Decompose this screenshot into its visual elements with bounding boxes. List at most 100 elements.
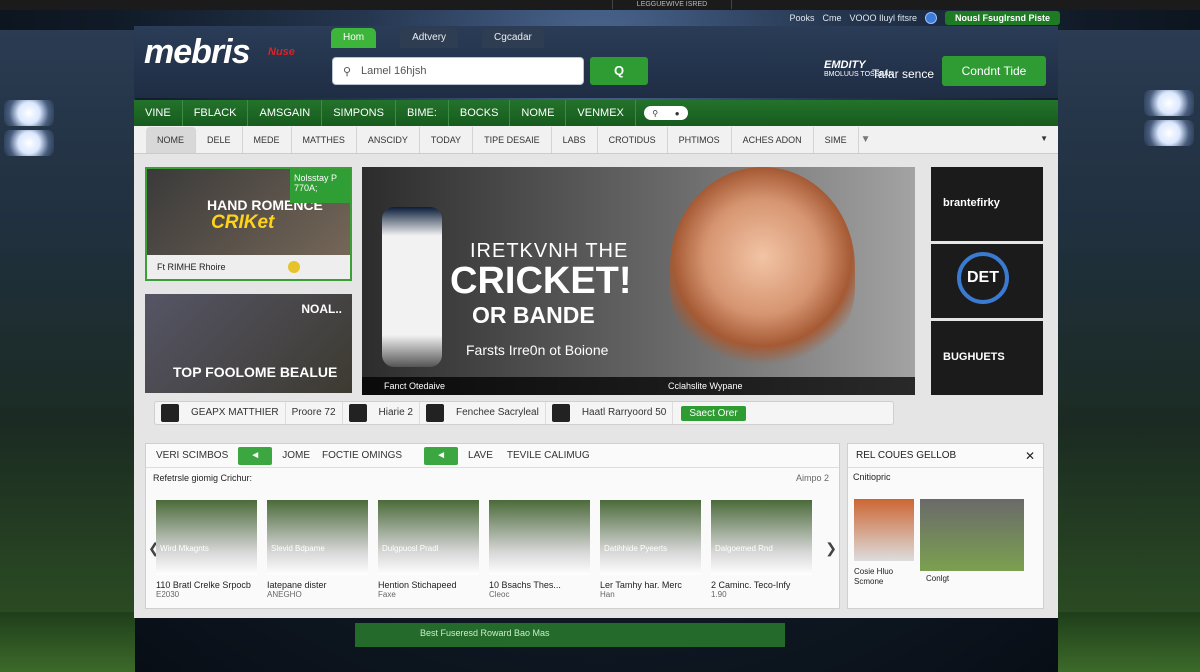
- hero-line3: OR BANDE: [472, 302, 595, 328]
- section-go-button[interactable]: ◄: [238, 446, 273, 465]
- home-icon: [551, 404, 570, 422]
- thumb-caption-block: Iatepane dister ANEGHO: [267, 580, 368, 599]
- thumb-caption-block: 110 Bratl Crelke Srpocb E2030: [156, 580, 257, 599]
- subnav-item[interactable]: NOME: [146, 126, 196, 153]
- thumb-caption-block: 10 Bsachs Thes... Cleoc: [489, 580, 590, 599]
- top-link-2[interactable]: Cme: [822, 13, 841, 23]
- subnav-item[interactable]: TODAY: [420, 126, 474, 153]
- nav-item[interactable]: SIMPONS: [322, 100, 396, 126]
- subnav-item[interactable]: ACHES ADON: [732, 126, 814, 153]
- section-tab[interactable]: LAVE: [468, 450, 493, 461]
- related-sub[interactable]: Cnitiopric: [848, 468, 1043, 486]
- stadium-icon: [426, 404, 444, 422]
- chevron-down-icon[interactable]: ▼: [1040, 134, 1048, 143]
- tab-home[interactable]: Hom: [331, 28, 377, 48]
- match-seg[interactable]: Hiarie 2: [373, 402, 420, 424]
- thumb-meta: Faxe: [378, 590, 396, 599]
- search-icon: ⚲: [343, 66, 352, 78]
- section-tab[interactable]: JOME: [282, 450, 310, 461]
- top-link-1[interactable]: Pooks: [789, 13, 814, 23]
- thumb-caption[interactable]: Iatepane dister: [267, 580, 368, 590]
- match-seg[interactable]: Haatl Rarryoord 50: [576, 402, 674, 424]
- side-tile-1[interactable]: brantefirky: [931, 167, 1043, 241]
- close-icon[interactable]: ✕: [1025, 449, 1035, 463]
- nav-item[interactable]: VINE: [134, 100, 183, 126]
- subnav-item[interactable]: ANSCIDY: [357, 126, 420, 153]
- thumb-item[interactable]: Datihhide Pyeerts: [600, 500, 701, 575]
- subnav-item[interactable]: DELE: [196, 126, 243, 153]
- globe-icon[interactable]: [924, 12, 937, 24]
- tab-advert[interactable]: Adtvery: [400, 28, 459, 48]
- thumb-image: [267, 500, 368, 575]
- match-seg[interactable]: Fenchee Sacryleal: [450, 402, 546, 424]
- os-bar: [0, 0, 1200, 10]
- subtitle-right[interactable]: Aimpo 2: [796, 468, 829, 488]
- thumb-caption[interactable]: 2 Caminc. Teco-Infy: [711, 580, 812, 590]
- subnav-item[interactable]: PHTIMOS: [668, 126, 732, 153]
- field: [0, 612, 135, 672]
- side-tile-2[interactable]: DET: [931, 244, 1043, 318]
- match-seg[interactable]: GEAPX MATTHIER: [185, 402, 286, 424]
- top-cta-button[interactable]: Nousl Fsuglrsnd Piste: [944, 11, 1060, 25]
- promo-card-1[interactable]: HAND ROMENCE CRIKet Nolsstay P 770A; Ft …: [145, 167, 352, 281]
- thumb-label: Dulgpuosl Pradl: [382, 544, 439, 553]
- related-thumb[interactable]: [854, 499, 914, 561]
- thumb-label: Datihhide Pyeerts: [604, 544, 668, 553]
- nav-item[interactable]: VENMEX: [566, 100, 636, 126]
- promo-card-2[interactable]: NOAL.. TOP FOOLOME BEALUE: [145, 294, 352, 393]
- thumb-caption[interactable]: 110 Bratl Crelke Srpocb: [156, 580, 257, 590]
- nav-item[interactable]: BIME:: [396, 100, 449, 126]
- thumb-item[interactable]: Dulgpuosl Pradl: [378, 500, 479, 575]
- logo[interactable]: mebris: [144, 33, 250, 72]
- match-cta-button[interactable]: Saect Orer: [681, 405, 746, 421]
- hero-foot-right: Cclahslite Wypane: [668, 381, 743, 391]
- related-title: REL COUES GELLOB: [848, 444, 1043, 468]
- stadium-left: [0, 30, 135, 672]
- search-button[interactable]: Q: [590, 57, 648, 85]
- header-cta-button[interactable]: Condnt Tide: [942, 56, 1046, 86]
- nav-toggle[interactable]: ⚲ ●: [643, 106, 688, 120]
- side-tile-3[interactable]: BUGHUETS: [931, 321, 1043, 395]
- nav-item[interactable]: FBLACK: [183, 100, 249, 126]
- search-box[interactable]: ⚲: [332, 57, 584, 85]
- content-area: HAND ROMENCE CRIKet Nolsstay P 770A; Ft …: [134, 154, 1058, 618]
- nav-item[interactable]: AMSGAIN: [248, 100, 323, 126]
- thumb-caption[interactable]: Ler Tamhy har. Merc: [600, 580, 701, 590]
- related-caption[interactable]: Cosie Hluo: [854, 567, 893, 576]
- nav-item[interactable]: NOME: [510, 100, 567, 126]
- subnav-item[interactable]: LABS: [552, 126, 598, 153]
- subnav-item[interactable]: MEDE: [243, 126, 292, 153]
- related-thumb[interactable]: [920, 499, 1024, 571]
- thumb-item[interactable]: Dalgoemed Rnd: [711, 500, 812, 575]
- match-seg[interactable]: Proore 72: [286, 402, 343, 424]
- nav-item[interactable]: BOCKS: [449, 100, 511, 126]
- thumb-caption[interactable]: 10 Bsachs Thes...: [489, 580, 590, 590]
- subnav-item[interactable]: TIPE DESAIE: [473, 126, 552, 153]
- search-input[interactable]: [361, 65, 561, 77]
- top-util-bar: Pooks Cme VOOO Iluyl fitsre Nousl Fsuglr…: [789, 11, 1060, 25]
- subnav-item[interactable]: CROTIDUS: [598, 126, 668, 153]
- thumb-item[interactable]: Slevid Bdpame: [267, 500, 368, 575]
- related-caption[interactable]: Conlgt: [926, 574, 949, 583]
- related-panel: REL COUES GELLOB ✕ Cnitiopric Cosie Hluo…: [847, 443, 1044, 609]
- section-go-button[interactable]: ◄: [424, 446, 459, 465]
- subnav-item[interactable]: SIME: [814, 126, 859, 153]
- thumb-caption[interactable]: Hention Stichapeed: [378, 580, 479, 590]
- tab-calendar[interactable]: Cgcadar: [482, 28, 544, 48]
- thumb-label: Wird Mkagnts: [160, 544, 209, 553]
- thumb-item[interactable]: [489, 500, 590, 575]
- section-tab[interactable]: TEVILE CALIMUG: [507, 450, 590, 461]
- subnav-item[interactable]: MATTHES: [292, 126, 357, 153]
- section-title: VERI SCIMBOS: [156, 450, 229, 461]
- top-link-3[interactable]: VOOO Iluyl fitsre: [849, 13, 917, 23]
- filter-icon[interactable]: ▼: [861, 134, 871, 145]
- hero-banner[interactable]: IRETKVNH THE CRICKET! OR BANDE Farsts Ir…: [362, 167, 915, 395]
- thumb-item[interactable]: Wird Mkagnts: [156, 500, 257, 575]
- hero-line4: Farsts Irre0n ot Boione: [466, 342, 609, 358]
- chevron-right-icon[interactable]: ❯: [825, 540, 837, 557]
- section-tab[interactable]: FOCTIE OMINGS: [322, 450, 402, 461]
- thumb-captions: 110 Bratl Crelke Srpocb E2030 Iatepane di…: [156, 580, 812, 599]
- thumb-meta: Cleoc: [489, 590, 510, 599]
- thumb-list: Wird Mkagnts Slevid Bdpame Dulgpuosl Pra…: [156, 500, 812, 575]
- thumb-meta: 1.90: [711, 590, 727, 599]
